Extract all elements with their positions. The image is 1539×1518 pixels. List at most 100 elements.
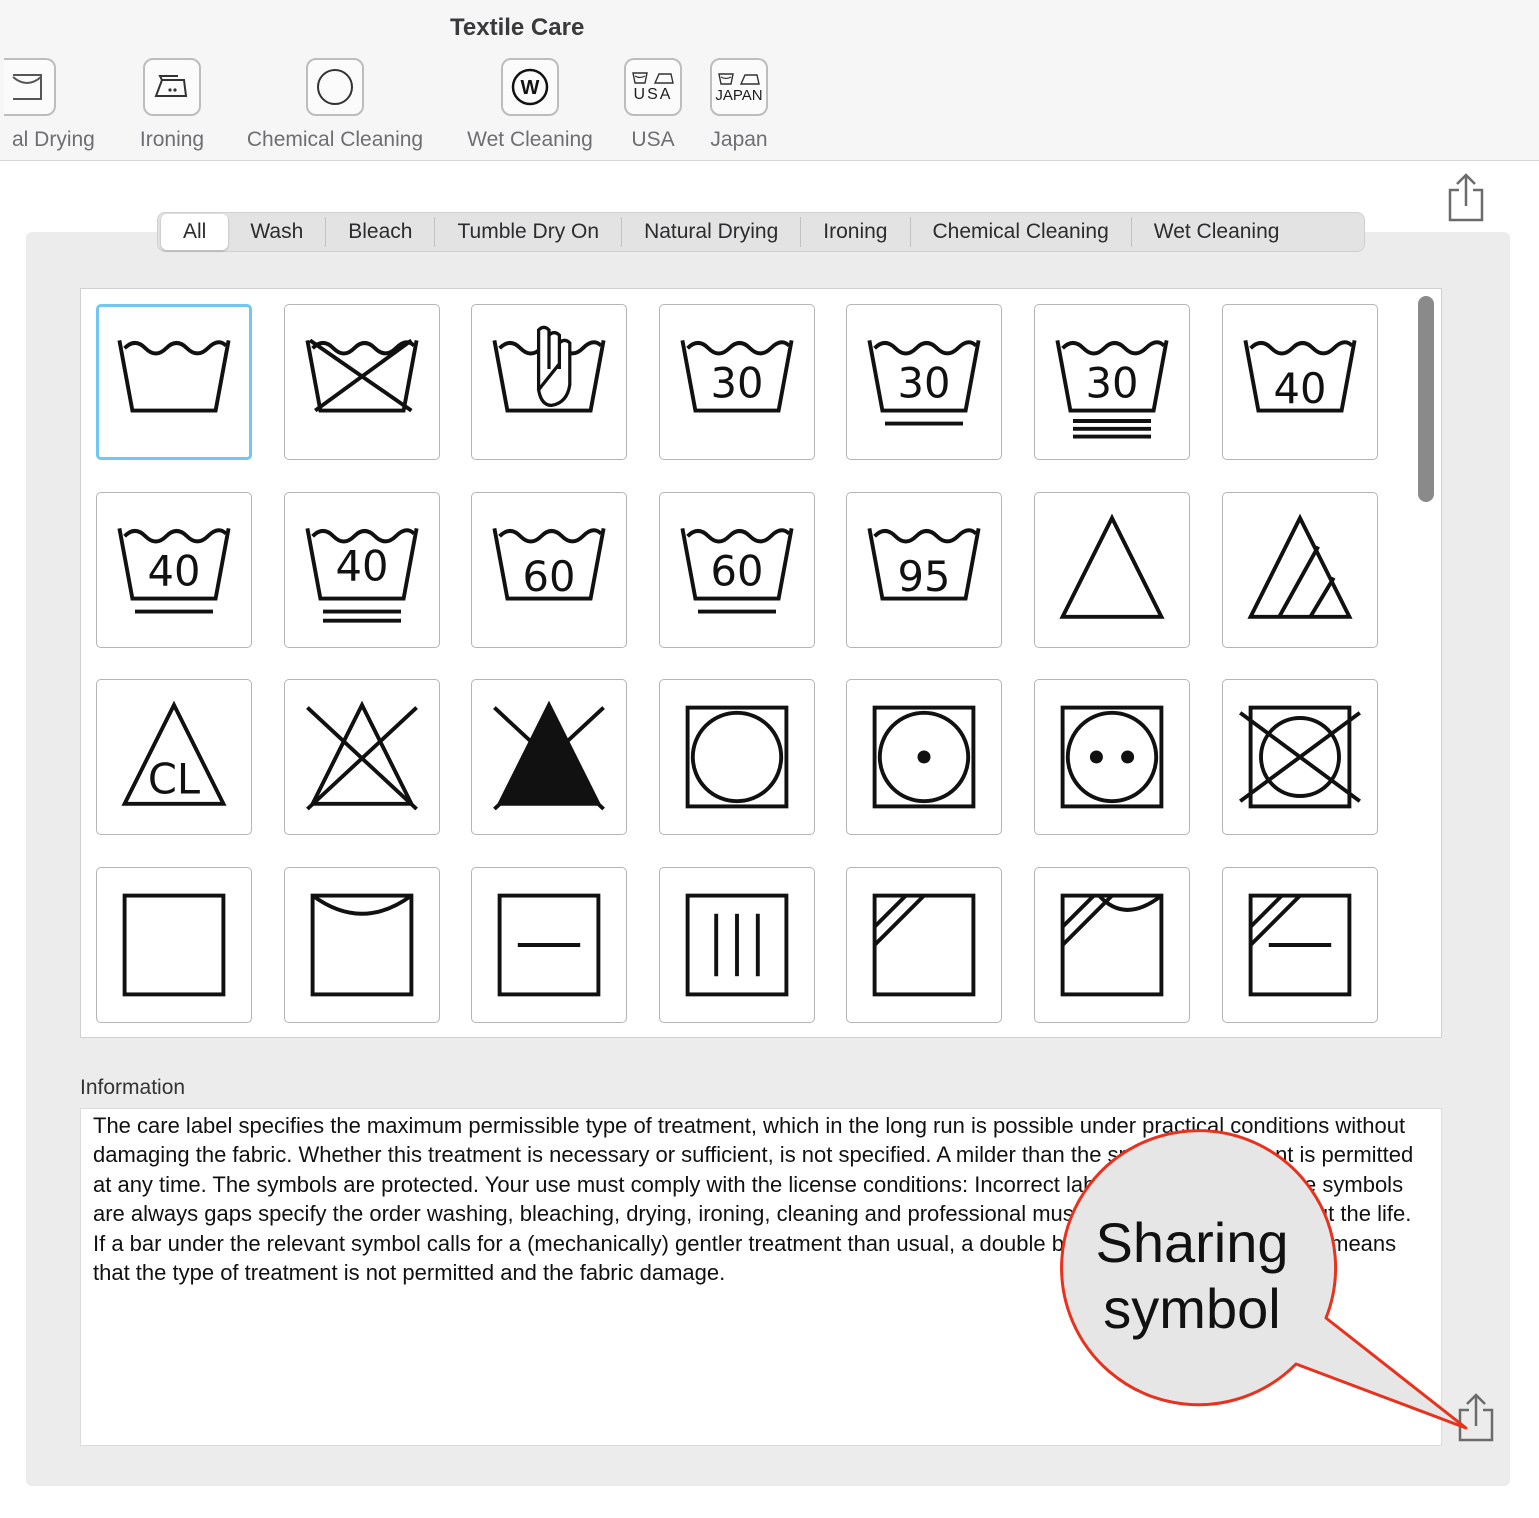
symbol-number: 60 — [523, 551, 576, 600]
circle-icon — [306, 58, 364, 116]
segment-ironing[interactable]: Ironing — [801, 217, 911, 247]
symbol-tile-wash-30[interactable]: 30 — [658, 304, 815, 460]
symbol-tile-line-dry-in-shade[interactable] — [1034, 866, 1190, 1023]
drip-dry-icon — [685, 893, 789, 997]
segment-natural-drying[interactable]: Natural Drying — [622, 217, 802, 247]
symbol-tile-natural-dry[interactable] — [96, 866, 252, 1023]
symbol-tile-wash-30-very-gentle[interactable]: 30 — [1034, 304, 1190, 460]
segment-wash[interactable]: Wash — [228, 217, 327, 247]
dry-in-shade-icon — [873, 893, 976, 997]
toolbar-label-japan: Japan — [710, 128, 768, 151]
symbol-tile-oxygen-bleach-only[interactable] — [1221, 491, 1378, 648]
wash-30-very-gentle-icon: 30 — [1055, 340, 1169, 439]
svg-text:W: W — [521, 77, 540, 99]
tumble-dry-normal-icon — [1060, 705, 1164, 809]
toolbar-item-wet-cleaning[interactable]: W Wet Cleaning — [460, 58, 600, 152]
symbol-grid: 30 30 30 40 40 40 60 60 95 CL — [80, 288, 1442, 1038]
symbol-tile-do-not-bleach-filled[interactable] — [471, 679, 628, 836]
usa-badge-text: USA — [633, 86, 673, 103]
symbol-tile-do-not-tumble-dry[interactable] — [1221, 679, 1378, 836]
symbol-number: 40 — [335, 541, 388, 590]
symbol-tile-chlorine-bleach[interactable]: CL — [96, 679, 252, 836]
line-dry-in-shade-icon — [1060, 893, 1164, 997]
toolbar-label-natural-drying: al Drying — [12, 128, 95, 151]
symbol-tile-tumble-dry[interactable] — [658, 679, 815, 836]
share-button-top[interactable] — [1446, 172, 1486, 229]
symbol-tile-dry-flat-in-shade[interactable] — [1221, 866, 1378, 1023]
grid-scrollbar[interactable] — [1418, 296, 1434, 502]
symbol-tile-line-dry[interactable] — [283, 866, 440, 1023]
toolbar-item-chemical-cleaning[interactable]: Chemical Cleaning — [238, 58, 432, 152]
information-label: Information — [80, 1076, 186, 1099]
symbol-number: 60 — [710, 546, 763, 595]
symbol-number: 40 — [148, 546, 201, 595]
do-not-wash-icon — [305, 338, 419, 413]
symbol-tile-do-not-bleach[interactable] — [283, 679, 440, 836]
symbol-tile-wash-60[interactable]: 60 — [471, 491, 628, 648]
japan-label-icon: JAPAN — [710, 58, 768, 116]
symbol-number: 40 — [1273, 364, 1326, 413]
tumble-dry-low-icon — [873, 705, 976, 809]
wash-60-gentle-icon: 60 — [680, 527, 794, 614]
symbol-tile-wash-95[interactable]: 95 — [846, 491, 1003, 648]
japan-badge-text: JAPAN — [715, 86, 763, 104]
symbol-tile-bleach-allowed[interactable] — [1034, 491, 1190, 648]
natural-dry-icon — [122, 893, 226, 997]
symbol-tile-wash-40-very-gentle[interactable]: 40 — [283, 491, 440, 648]
window-title: Textile Care — [450, 14, 585, 41]
dry-flat-in-shade-icon — [1248, 893, 1351, 997]
information-text: The care label specifies the maximum per… — [80, 1108, 1442, 1446]
wash-40-very-gentle-icon: 40 — [305, 527, 419, 623]
toolbar: Textile Care al Drying Ironing Chemical … — [0, 0, 1539, 161]
symbol-tile-tumble-dry-low[interactable] — [846, 679, 1003, 836]
share-icon — [1448, 173, 1484, 222]
segment-wet-cleaning[interactable]: Wet Cleaning — [1132, 217, 1302, 247]
do-not-bleach-icon — [305, 700, 418, 811]
usa-label-icon: USA — [624, 58, 682, 116]
symbol-number: 95 — [898, 551, 951, 600]
symbol-tile-dry-in-shade[interactable] — [846, 866, 1003, 1023]
segment-chemical-cleaning[interactable]: Chemical Cleaning — [911, 217, 1132, 247]
symbol-tile-wash-40[interactable]: 40 — [1221, 304, 1378, 460]
symbol-tile-do-not-wash[interactable] — [283, 304, 440, 460]
toolbar-label-usa: USA — [631, 128, 675, 151]
symbol-tile-tumble-dry-normal[interactable] — [1034, 679, 1190, 836]
symbol-tile-wash-30-gentle[interactable]: 30 — [846, 304, 1003, 460]
wash-icon — [117, 340, 231, 413]
share-button-bottom[interactable] — [1456, 1392, 1496, 1449]
toolbar-item-japan[interactable]: JAPAN Japan — [706, 58, 772, 152]
bleach-allowed-icon — [1059, 513, 1165, 619]
toolbar-item-ironing[interactable]: Ironing — [130, 58, 214, 152]
oxygen-bleach-only-icon — [1247, 513, 1353, 619]
symbol-tile-drip-dry[interactable] — [658, 866, 815, 1023]
chlorine-bleach-icon: CL — [121, 700, 227, 806]
symbol-number: 30 — [898, 359, 951, 408]
symbol-tile-wash-40-gentle[interactable]: 40 — [96, 491, 252, 648]
segment-tumble-dry-on[interactable]: Tumble Dry On — [435, 217, 623, 247]
toolbar-label-ironing: Ironing — [139, 128, 205, 151]
share-icon — [1458, 1393, 1494, 1442]
symbol-tile-dry-flat[interactable] — [471, 866, 628, 1023]
segment-bleach[interactable]: Bleach — [326, 217, 436, 247]
do-not-bleach-filled-icon — [493, 700, 606, 811]
symbol-number: CL — [148, 755, 200, 804]
hand-wash-icon — [492, 325, 606, 413]
symbol-number: 30 — [1086, 359, 1139, 408]
segment-all[interactable]: All — [161, 214, 229, 250]
symbol-tile-wash-60-gentle[interactable]: 60 — [658, 491, 815, 648]
symbol-number: 30 — [710, 359, 763, 408]
wash-40-icon: 40 — [1243, 340, 1357, 413]
do-not-tumble-dry-icon — [1238, 705, 1361, 809]
toolbar-item-usa[interactable]: USA USA — [620, 58, 686, 152]
toolbar-item-natural-drying[interactable]: al Drying — [0, 58, 104, 152]
symbol-tile-wash[interactable] — [96, 304, 252, 460]
toolbar-label-chemical-cleaning: Chemical Cleaning — [246, 128, 424, 151]
category-filter: All Wash Bleach Tumble Dry On Natural Dr… — [157, 212, 1365, 252]
dry-flat-icon — [497, 893, 601, 997]
symbol-tile-hand-wash[interactable] — [471, 304, 628, 460]
wet-cleaning-w-icon: W — [501, 58, 559, 116]
natural-drying-icon — [4, 58, 56, 116]
line-dry-icon — [310, 893, 413, 997]
tumble-dry-icon — [685, 705, 789, 809]
wash-60-icon: 60 — [492, 527, 606, 600]
